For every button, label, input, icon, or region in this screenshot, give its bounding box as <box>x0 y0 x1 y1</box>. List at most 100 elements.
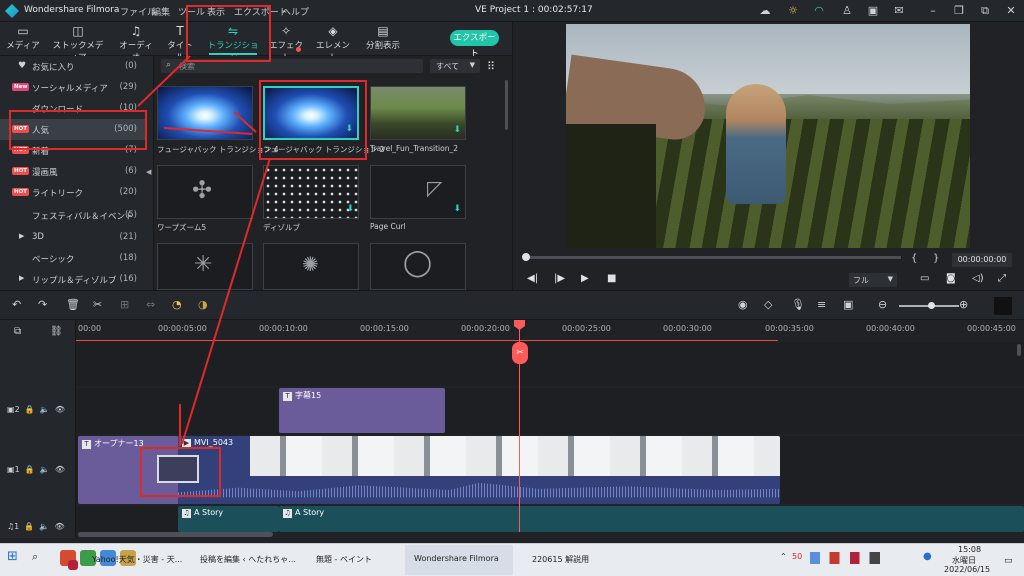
sidebar-item-3d[interactable]: ▶ 3D (21) <box>0 227 145 248</box>
minimize-icon[interactable]: – <box>926 4 940 18</box>
cut-icon[interactable]: ✂ <box>93 298 102 311</box>
taskbar-task-filmora[interactable]: Wondershare Filmora <box>414 554 499 563</box>
save-icon[interactable]: ▣ <box>866 4 880 18</box>
menu-help[interactable]: ヘルプ <box>282 5 309 18</box>
notification-icon[interactable]: ✉ <box>892 4 906 18</box>
quality-dropdown[interactable]: フル ▼ <box>849 273 897 287</box>
undo-icon[interactable]: ↶ <box>12 298 21 311</box>
transition-thumb-5[interactable]: ⬇ <box>263 165 359 219</box>
timecode-display: 00:00:00:00 <box>952 253 1012 267</box>
maximize-icon[interactable]: ❐ <box>952 4 966 18</box>
network-icon[interactable]: ● <box>923 551 932 562</box>
download-icon[interactable]: ⬇ <box>346 204 354 214</box>
delete-icon[interactable]: 🗑 <box>66 298 80 311</box>
tray-icons[interactable] <box>810 552 880 564</box>
marker-icon[interactable]: ◇ <box>764 298 772 311</box>
collapse-sidebar-handle[interactable]: ◀ <box>145 56 154 290</box>
transition-label-5: ディゾルブ <box>263 223 300 232</box>
close-icon[interactable]: ✕ <box>1004 4 1018 18</box>
render-icon[interactable]: ◉ <box>738 298 748 311</box>
taskbar-search-icon[interactable]: ⌕ <box>32 550 38 564</box>
video-clip[interactable]: ▶ MVI_5043 <box>178 436 780 504</box>
mark-in-button[interactable]: { <box>911 253 917 264</box>
ruler-tick: 00:00 <box>78 324 102 333</box>
split-scissors-icon[interactable]: ✂ <box>512 342 528 364</box>
fullscreen-icon[interactable]: ⤢ <box>998 273 1006 284</box>
library-scrollbar[interactable] <box>505 80 508 130</box>
taskbar-time[interactable]: 15:08 <box>958 545 981 554</box>
sidebar-item-ripple[interactable]: ▶ リップル＆ディゾルブ (16) <box>0 269 145 290</box>
prev-frame-icon[interactable]: ◀| <box>527 273 538 284</box>
mark-out-button[interactable]: } <box>933 253 939 264</box>
project-title: VE Project 1 : 00:02:57:17 <box>475 5 593 15</box>
tab-stock-media[interactable]: ◫ストックメディア <box>50 22 106 63</box>
sidebar-item-basic[interactable]: ベーシック (18) <box>0 248 145 269</box>
headset-icon[interactable]: ◠ <box>812 4 826 18</box>
preview-scrub-bar[interactable] <box>523 256 901 259</box>
transition-thumb-3[interactable]: ⬇ <box>370 86 466 140</box>
taskbar-task-paint[interactable]: 無題 - ペイント <box>316 554 372 565</box>
windows-start-icon[interactable]: ⊞ <box>7 549 18 564</box>
preview-scrub-handle[interactable] <box>522 253 530 261</box>
cloud-icon[interactable]: ☁ <box>758 4 772 18</box>
audio-clip-2[interactable]: ♫ A Story <box>279 506 1024 532</box>
sidebar-item-manga[interactable]: HOT 漫画風 (6) <box>0 161 145 182</box>
account-icon[interactable]: ♙ <box>840 4 854 18</box>
menu-edit[interactable]: 編集 <box>152 5 170 18</box>
step-back-icon[interactable]: |▶ <box>554 273 565 284</box>
zoom-out-icon[interactable]: ⊖ <box>878 298 887 311</box>
transition-thumb-8[interactable]: ✺ <box>263 243 359 290</box>
transition-thumb-1[interactable] <box>157 86 253 140</box>
adjust-icon: ⇔ <box>146 298 156 311</box>
export-button[interactable]: エクスポート <box>450 30 499 59</box>
redo-icon[interactable]: ↷ <box>38 298 47 311</box>
pip-icon[interactable]: ▣ <box>843 298 853 311</box>
layout-toggle-icon[interactable] <box>994 297 1012 315</box>
link-icon[interactable]: ⛓ <box>50 326 63 337</box>
sidebar-item-festival[interactable]: フェスティバル＆イベント (5) <box>0 205 145 226</box>
sidebar-item-favorites[interactable]: ♥ お気に入り (0) <box>0 56 145 77</box>
transition-thumb-9[interactable]: ◯ <box>370 243 466 290</box>
transition-thumb-7[interactable]: ✳ <box>157 243 253 290</box>
restore-icon[interactable]: ⧉ <box>978 4 992 18</box>
transition-thumb-6[interactable]: ◸ ⬇ <box>370 165 466 219</box>
grid-view-icon[interactable]: ⠿ <box>487 60 495 73</box>
timeline-hscrollbar[interactable] <box>78 532 273 537</box>
speed-icon[interactable]: ◔ <box>172 298 182 311</box>
play-icon[interactable]: ▶ <box>581 273 589 284</box>
bulb-icon[interactable]: ☼ <box>786 4 800 18</box>
filter-dropdown[interactable]: すべて ▼ <box>430 59 480 73</box>
tab-split[interactable]: ▤ 分割表示 <box>364 22 402 56</box>
tray-chevron-icon[interactable]: ⌃ <box>780 552 787 561</box>
taskbar-task-blog[interactable]: 投稿を編集 ‹ へたれちゃ... <box>200 554 296 565</box>
audio-clip-1[interactable]: ♫ A Story <box>178 506 279 532</box>
transition-thumb-4[interactable]: ✣ <box>157 165 253 219</box>
snapshot-icon[interactable]: ◙ <box>946 273 956 284</box>
pinned-app-icon[interactable] <box>68 560 78 570</box>
download-icon[interactable]: ⬇ <box>453 204 461 214</box>
stop-icon[interactable]: ■ <box>607 273 616 284</box>
duration-icon[interactable]: ◑ <box>198 298 208 311</box>
zoom-slider-handle[interactable] <box>928 302 935 309</box>
taskbar-date[interactable]: 2022/06/15 <box>944 565 990 574</box>
sidebar-item-light-leak[interactable]: HOT ライトリーク (20) <box>0 182 145 203</box>
expand-arrow-icon[interactable]: ▶ <box>19 232 24 240</box>
timeline-vscrollbar[interactable] <box>1017 344 1021 356</box>
title-clip[interactable]: T 字幕15 <box>279 388 445 433</box>
sidebar-item-social[interactable]: New ソーシャルメディア (29) <box>0 77 145 98</box>
expand-arrow-icon[interactable]: ▶ <box>19 274 24 282</box>
taskbar-task-folder[interactable]: 220615 解説用 <box>532 554 589 565</box>
audio-mixer-icon[interactable]: ≡ <box>817 298 826 311</box>
add-track-icon[interactable]: ⧉ <box>14 326 21 337</box>
tab-audio[interactable]: ♫オーディオ <box>116 22 156 63</box>
download-icon[interactable]: ⬇ <box>453 125 461 135</box>
tab-elements[interactable]: ◈エレメント <box>315 22 351 63</box>
volume-icon[interactable]: ◁) <box>972 273 984 284</box>
zoom-in-icon[interactable]: ⊕ <box>959 298 968 311</box>
microphone-icon[interactable]: 🎙 <box>791 298 805 311</box>
taskbar-task-yahoo[interactable]: Yahoo!天気・災害 - 天... <box>92 554 182 565</box>
display-icon[interactable]: ▭ <box>920 273 929 284</box>
notification-center-icon[interactable]: ▭ <box>1004 556 1013 566</box>
tab-media[interactable]: ▭ メディア <box>6 22 40 56</box>
menu-file[interactable]: ファイル <box>120 5 156 18</box>
